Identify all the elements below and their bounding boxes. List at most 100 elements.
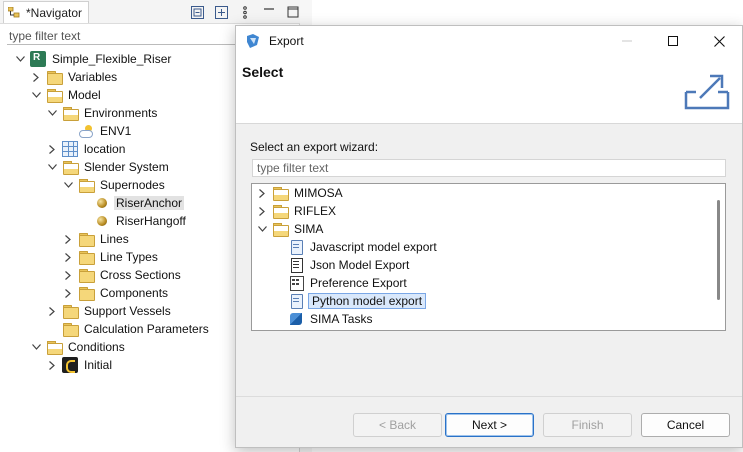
folder-icon: [78, 231, 95, 247]
minimize-view-button[interactable]: [260, 3, 278, 21]
sima-app-icon: [245, 33, 261, 49]
collapsed-chevron-icon[interactable]: [62, 230, 74, 248]
tree-item-label: Components: [100, 286, 169, 300]
wizard-item-python-model-export[interactable]: Python model export: [272, 292, 427, 310]
collapsed-chevron-icon[interactable]: [46, 302, 58, 320]
navigator-tab[interactable]: *Navigator: [3, 1, 89, 23]
wizard-item-sima[interactable]: SIMA: [256, 220, 325, 238]
next-button[interactable]: Next >: [445, 413, 534, 437]
navigator-toolbar: [188, 3, 302, 21]
minimize-icon: [622, 40, 632, 42]
tree-item-riser-hangoff[interactable]: RiserHangoff: [78, 212, 188, 230]
wizard-item-javascript-model-export[interactable]: Javascript model export: [272, 238, 439, 256]
view-menu-button[interactable]: [236, 3, 254, 21]
close-window-button[interactable]: [696, 26, 742, 56]
cancel-button[interactable]: Cancel: [641, 413, 730, 437]
collapsed-chevron-icon[interactable]: [62, 248, 74, 266]
supernode-ball-icon: [94, 195, 110, 211]
tree-item-support-vessels[interactable]: Support Vessels: [46, 302, 173, 320]
link-with-editor-button[interactable]: [212, 3, 230, 21]
collapsed-chevron-icon[interactable]: [62, 266, 74, 284]
tree-item-label: Simple_Flexible_Riser: [52, 52, 172, 66]
collapse-all-button[interactable]: [188, 3, 206, 21]
tree-item-cross-sections[interactable]: Cross Sections: [62, 266, 183, 284]
wizard-item-json-model-export[interactable]: Json Model Export: [272, 256, 411, 274]
navigator-tab-icon: [7, 6, 22, 19]
navigator-tab-label: *Navigator: [26, 5, 83, 20]
expanded-chevron-icon[interactable]: [62, 176, 74, 194]
wizard-item-label: Json Model Export: [310, 258, 410, 272]
tree-item-label: Support Vessels: [84, 304, 171, 318]
minimize-window-button[interactable]: [604, 26, 650, 56]
wizard-tree[interactable]: MIMOSA RIFLEX SIMA Javascript model expo…: [251, 183, 726, 331]
environment-cloud-icon: [78, 123, 94, 139]
wizard-item-label: Python model export: [308, 293, 427, 309]
wizard-item-label: RIFLEX: [294, 204, 337, 218]
riser-app-icon: [30, 51, 46, 67]
tree-item-slender-system[interactable]: Slender System: [46, 158, 171, 176]
wizard-item-label: SIMA Tasks: [310, 312, 373, 326]
folder-open-icon: [62, 159, 79, 175]
tree-item-conditions[interactable]: Conditions: [30, 338, 127, 356]
tree-item-label: ENV1: [100, 124, 132, 138]
tree-item-label: Initial: [84, 358, 113, 372]
tree-item-components[interactable]: Components: [62, 284, 170, 302]
wizard-page-title: Select: [242, 64, 284, 80]
tree-item-line-types[interactable]: Line Types: [62, 248, 160, 266]
collapsed-chevron-icon[interactable]: [62, 284, 74, 302]
dialog-title: Export: [269, 34, 304, 48]
back-button[interactable]: < Back: [353, 413, 442, 437]
sima-tasks-icon: [288, 311, 304, 327]
folder-icon: [46, 69, 63, 85]
document-icon: [288, 239, 304, 255]
tree-item-model[interactable]: Model: [30, 86, 103, 104]
tree-item-simple-flexible-riser[interactable]: Simple_Flexible_Riser: [14, 50, 173, 68]
expanded-chevron-icon[interactable]: [30, 338, 42, 356]
folder-open-icon: [62, 105, 79, 121]
tree-item-environments[interactable]: Environments: [46, 104, 159, 122]
finish-button[interactable]: Finish: [543, 413, 632, 437]
expanded-chevron-icon[interactable]: [14, 50, 26, 68]
json-document-icon: [288, 257, 304, 273]
collapsed-chevron-icon[interactable]: [256, 202, 268, 220]
wizard-tree-scrollbar[interactable]: [717, 200, 720, 300]
tree-item-label: Model: [68, 88, 101, 102]
expanded-chevron-icon[interactable]: [256, 220, 268, 238]
collapsed-chevron-icon[interactable]: [30, 68, 42, 86]
wizard-body: Select an export wizard: MIMOSA RIFLEX S…: [236, 125, 742, 395]
tree-item-supernodes[interactable]: Supernodes: [62, 176, 167, 194]
preference-icon: [288, 275, 304, 291]
wizard-item-mimosa[interactable]: MIMOSA: [256, 184, 345, 202]
wizard-item-sima-tasks[interactable]: SIMA Tasks: [272, 310, 374, 328]
tree-item-label: Variables: [68, 70, 118, 84]
export-dialog: Export Select Select an export wizard: t…: [235, 25, 743, 448]
tree-item-variables[interactable]: Variables: [30, 68, 119, 86]
vertical-ellipsis-icon: [243, 5, 247, 19]
maximize-window-button[interactable]: [650, 26, 696, 56]
expanded-chevron-icon[interactable]: [30, 86, 42, 104]
wizard-item-label: MIMOSA: [294, 186, 343, 200]
collapse-all-icon: [190, 5, 204, 19]
collapsed-chevron-icon[interactable]: [256, 184, 268, 202]
tree-item-env1[interactable]: ENV1: [62, 122, 133, 140]
document-icon: [288, 293, 304, 309]
minimize-icon: [264, 8, 274, 10]
tree-item-label: RiserAnchor: [114, 196, 185, 210]
folder-open-icon: [78, 177, 95, 193]
tree-item-riser-anchor[interactable]: RiserAnchor: [78, 194, 185, 212]
tree-item-lines[interactable]: Lines: [62, 230, 131, 248]
collapsed-chevron-icon[interactable]: [46, 356, 58, 374]
tree-item-initial[interactable]: Initial: [46, 356, 114, 374]
wizard-item-riflex[interactable]: RIFLEX: [256, 202, 338, 220]
collapsed-chevron-icon[interactable]: [46, 140, 58, 158]
link-with-editor-icon: [214, 5, 228, 19]
expanded-chevron-icon[interactable]: [46, 104, 58, 122]
expanded-chevron-icon[interactable]: [46, 158, 58, 176]
tree-item-location[interactable]: location: [46, 140, 127, 158]
dialog-titlebar[interactable]: Export: [236, 26, 742, 56]
tree-item-calculation-parameters[interactable]: Calculation Parameters: [46, 320, 211, 338]
wizard-item-preference-export[interactable]: Preference Export: [272, 274, 409, 292]
close-icon: [713, 35, 725, 47]
tree-item-label: Calculation Parameters: [84, 322, 209, 336]
wizard-filter-input[interactable]: [252, 159, 726, 177]
